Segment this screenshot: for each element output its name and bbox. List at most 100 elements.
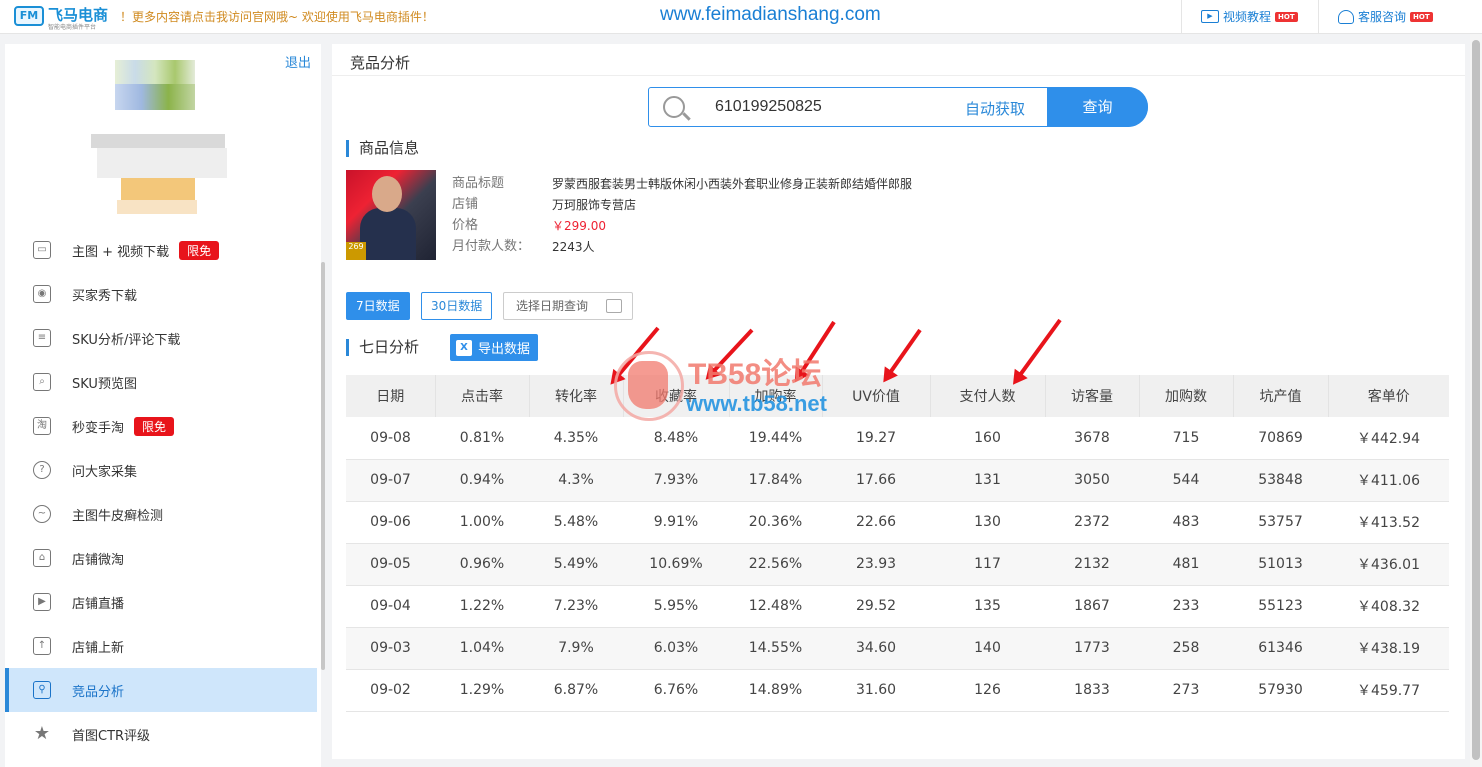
column-header: 点击率 (435, 375, 530, 417)
menu-item-label: 买家秀下载 (72, 288, 138, 304)
cell-payers: 117 (930, 543, 1045, 586)
taobao-icon: 淘 (33, 417, 51, 435)
cell-favorite: 7.93% (623, 459, 729, 502)
cell-visitors: 1867 (1045, 585, 1139, 628)
title-label: 商品标题 (452, 176, 505, 191)
video-tutorial-link[interactable]: ▶ 视频教程 HOT (1201, 8, 1298, 25)
cell-date: 09-07 (346, 459, 435, 502)
image-icon: ▭ (33, 241, 51, 259)
divider (1318, 0, 1319, 34)
product-thumbnail[interactable]: 269 (346, 170, 436, 260)
menu-item-sku-preview[interactable]: ⌕ SKU预览图 (5, 360, 317, 404)
menu-item-store-weitao[interactable]: ⌂ 店铺微淘 (5, 536, 317, 580)
cell-cart-rate: 17.84% (729, 459, 822, 502)
cell-ctr: 1.04% (435, 627, 529, 670)
product-id-input[interactable] (715, 98, 935, 116)
camera-icon: ◉ (33, 285, 51, 303)
cell-uv-value: 23.93 (822, 543, 930, 586)
cell-favorite: 6.76% (623, 669, 729, 712)
menu-item-label: 首图CTR评级 (72, 728, 151, 744)
cell-visitors: 2132 (1045, 543, 1139, 586)
price-label: 价格 (452, 218, 479, 233)
cell-conversion: 5.48% (529, 501, 623, 544)
cell-output: 53848 (1233, 459, 1328, 502)
export-button[interactable]: X 导出数据 (450, 334, 539, 361)
cell-date: 09-04 (346, 585, 435, 628)
cell-conversion: 7.23% (529, 585, 623, 628)
cell-uv-value: 22.66 (822, 501, 930, 544)
cell-payers: 131 (930, 459, 1045, 502)
menu-item-mobile-taobao[interactable]: 淘 秒变手淘 限免 (5, 404, 317, 448)
menu-item-label: 店铺上新 (72, 640, 125, 656)
menu-item-ctr-rating[interactable]: ★ 首图CTR评级 (5, 712, 317, 756)
cell-output: 53757 (1233, 501, 1328, 544)
analysis-heading: 七日分析 (346, 339, 419, 356)
cell-conversion: 4.3% (529, 459, 623, 502)
store-label: 店铺 (452, 197, 479, 212)
cell-visitors: 3678 (1045, 417, 1139, 460)
table-row: 09-02 1.29% 6.87% 6.76% 14.89% 31.60 126 1833 27… (346, 669, 1449, 712)
column-header: 客单价 (1328, 375, 1449, 417)
sidebar-scrollbar[interactable] (321, 262, 325, 670)
cell-uv-value: 34.60 (822, 627, 930, 670)
menu-item-store-new[interactable]: ↑ 店铺上新 (5, 624, 317, 668)
date-picker[interactable]: 选择日期查询 (503, 292, 633, 320)
column-header: 支付人数 (930, 375, 1046, 417)
logo[interactable]: FM 飞马电商 智能电商插件平台 (14, 4, 114, 31)
store-icon: ⌂ (33, 549, 51, 567)
menu-item-label: 主图牛皮癣检测 (72, 508, 164, 524)
monthly-buyers-label: 月付款人数： (452, 239, 531, 254)
cell-cart-rate: 20.36% (729, 501, 822, 544)
column-header: 坑产值 (1233, 375, 1329, 417)
cell-conversion: 4.35% (529, 417, 623, 460)
divider (1181, 0, 1182, 34)
analysis-table: 日期 点击率 转化率 收藏率 加购率 UV价值 支付人数 访客量 加购数 坑产值… (346, 375, 1449, 712)
cell-aov: ￥442.94 (1328, 417, 1449, 460)
page-scrollbar[interactable] (1470, 34, 1482, 767)
menu-item-label: 竞品分析 (72, 684, 125, 700)
seven-day-button[interactable]: 7日数据 (346, 292, 410, 320)
cell-visitors: 1833 (1045, 669, 1139, 712)
cell-payers: 135 (930, 585, 1045, 628)
cell-date: 09-02 (346, 669, 435, 712)
menu-item-buyer-show[interactable]: ◉ 买家秀下载 (5, 272, 317, 316)
cell-payers: 130 (930, 501, 1045, 544)
menu-item-label: 问大家采集 (72, 464, 138, 480)
monthly-buyers-value: 2243人 (552, 240, 595, 254)
cell-uv-value: 31.60 (822, 669, 930, 712)
page-scrollbar-thumb[interactable] (1472, 40, 1480, 760)
cell-aov: ￥413.52 (1328, 501, 1449, 544)
auto-fetch-link[interactable]: 自动获取 (965, 98, 1025, 119)
menu-item-main-image-download[interactable]: ▭ 主图 + 视频下载 限免 (5, 228, 317, 272)
query-button[interactable]: 查询 (1047, 87, 1148, 127)
store-name: 万珂服饰专营店 (552, 198, 637, 212)
menu-item-psoriasis-check[interactable]: ~ 主图牛皮癣检测 (5, 492, 317, 536)
logo-subtitle: 智能电商插件平台 (48, 24, 97, 31)
table-row: 09-06 1.00% 5.48% 9.91% 20.36% 22.66 130 2372 48… (346, 501, 1449, 544)
hot-badge: HOT (1275, 11, 1298, 22)
user-profile: 退出 (5, 44, 321, 218)
annotation-arrow (795, 320, 836, 381)
notice-marquee[interactable]: ！更多内容请点击我访问官网哦~ 欢迎使用飞马电商插件！ (120, 8, 460, 25)
logout-link[interactable]: 退出 (285, 52, 311, 71)
annotation-arrow (706, 328, 754, 379)
customer-service-label: 客服咨询 (1358, 10, 1407, 24)
customer-service-link[interactable]: 客服咨询 HOT (1338, 8, 1433, 25)
cell-aov: ￥459.77 (1328, 669, 1449, 712)
menu-item-store-live[interactable]: ▶ 店铺直播 (5, 580, 317, 624)
thirty-day-button[interactable]: 30日数据 (421, 292, 493, 320)
cell-ctr: 1.22% (435, 585, 529, 628)
menu-item-label: SKU分析/评论下载 (72, 332, 181, 348)
cell-payers: 126 (930, 669, 1045, 712)
annotation-arrow (883, 328, 922, 381)
menu-item-competitor-analysis[interactable]: ⚲ 竞品分析 (5, 668, 317, 712)
main-panel: 竞品分析 自动获取 查询 商品信息 269 商品标题 罗蒙西服套装男士韩版休闲小… (332, 44, 1465, 759)
feature-menu: ▭ 主图 + 视频下载 限免 ◉ 买家秀下载 ≡ SKU分析/评论下载 ⌕ SK… (5, 228, 317, 756)
cell-uv-value: 19.27 (822, 417, 930, 460)
column-header: UV价值 (822, 375, 931, 417)
menu-item-ask-collect[interactable]: ? 问大家采集 (5, 448, 317, 492)
cell-cart-count: 258 (1139, 627, 1233, 670)
menu-item-sku-analysis[interactable]: ≡ SKU分析/评论下载 (5, 316, 317, 360)
menu-item-label: 主图 + 视频下载 (72, 244, 170, 260)
cell-output: 70869 (1233, 417, 1328, 460)
